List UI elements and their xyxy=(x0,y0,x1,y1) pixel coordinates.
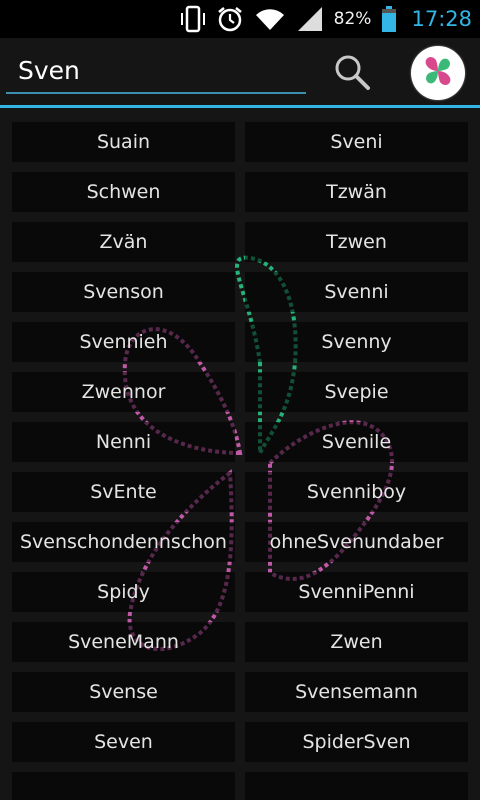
search-input[interactable] xyxy=(6,48,306,94)
name-item[interactable]: Svennieh xyxy=(12,322,235,362)
signal-icon xyxy=(296,5,324,33)
name-item[interactable]: Svenniboy xyxy=(245,472,468,512)
name-item[interactable]: Zwen xyxy=(245,622,468,662)
name-item[interactable]: Zwennor xyxy=(12,372,235,412)
status-bar: 82% 17:28 xyxy=(0,0,480,38)
name-item[interactable]: Tzwän xyxy=(245,172,468,212)
battery-percent: 82% xyxy=(333,9,372,29)
name-item[interactable] xyxy=(12,772,235,800)
name-item[interactable]: SvenniPenni xyxy=(245,572,468,612)
action-bar xyxy=(0,38,480,108)
name-item[interactable]: Suain xyxy=(12,122,235,162)
app-logo-button[interactable] xyxy=(411,46,465,100)
wifi-icon xyxy=(254,6,286,32)
name-item[interactable] xyxy=(245,772,468,800)
name-item[interactable]: Seven xyxy=(12,722,235,762)
name-item[interactable]: Svenson xyxy=(12,272,235,312)
name-item[interactable]: ohneSvenundaber xyxy=(245,522,468,562)
vibrate-icon xyxy=(180,5,206,33)
results-list[interactable]: Suain Sveni Schwen Tzwän Zvän Tzwen Sven… xyxy=(0,108,480,800)
name-item[interactable]: SvEnte xyxy=(12,472,235,512)
name-item[interactable]: Tzwen xyxy=(245,222,468,262)
name-item[interactable]: Spidy xyxy=(12,572,235,612)
magnifier-icon xyxy=(333,53,371,95)
names-grid: Suain Sveni Schwen Tzwän Zvän Tzwen Sven… xyxy=(12,122,468,800)
clover-heart-icon xyxy=(420,53,456,93)
search-button[interactable] xyxy=(330,52,374,96)
name-item[interactable]: SpiderSven xyxy=(245,722,468,762)
name-item[interactable]: Svensemann xyxy=(245,672,468,712)
battery-icon xyxy=(381,5,397,33)
name-item[interactable]: Svenile xyxy=(245,422,468,462)
name-item[interactable]: Zvän xyxy=(12,222,235,262)
alarm-clock-icon xyxy=(216,5,244,33)
name-item[interactable]: SveneMann xyxy=(12,622,235,662)
name-item[interactable]: Nenni xyxy=(12,422,235,462)
name-item[interactable]: Svenny xyxy=(245,322,468,362)
name-item[interactable]: Svenschondennschon xyxy=(12,522,235,562)
name-item[interactable]: Schwen xyxy=(12,172,235,212)
name-item[interactable]: Svepie xyxy=(245,372,468,412)
name-item[interactable]: Svense xyxy=(12,672,235,712)
name-item[interactable]: Svenni xyxy=(245,272,468,312)
clock-time: 17:28 xyxy=(411,7,472,31)
name-item[interactable]: Sveni xyxy=(245,122,468,162)
